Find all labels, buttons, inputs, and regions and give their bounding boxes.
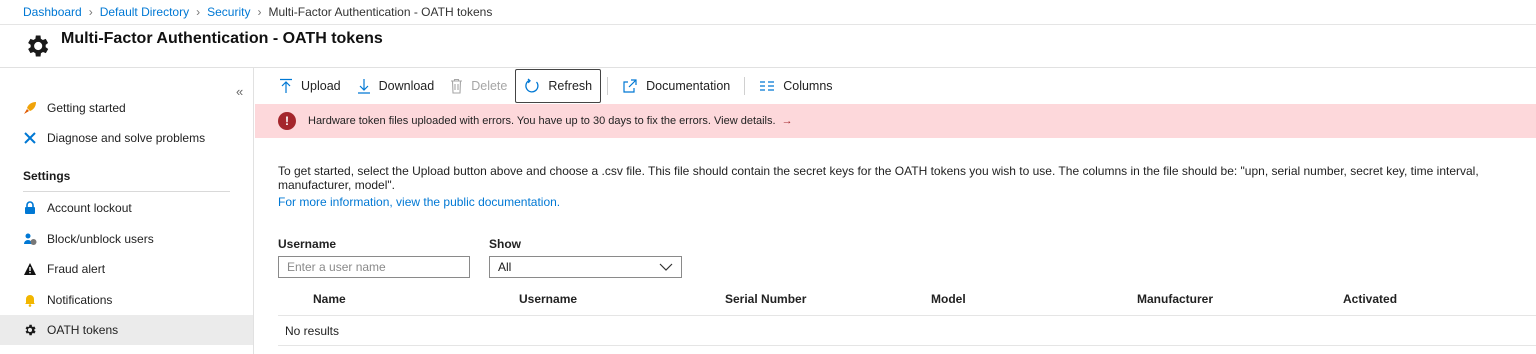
download-label: Download	[378, 79, 435, 93]
public-documentation-link[interactable]: For more information, view the public do…	[278, 195, 1518, 209]
documentation-label: Documentation	[646, 79, 731, 93]
breadcrumb-default-directory[interactable]: Default Directory	[100, 5, 189, 19]
columns-icon	[759, 80, 775, 92]
sidebar-section-settings: Settings	[23, 169, 71, 183]
page-header: Multi-Factor Authentication - OATH token…	[23, 30, 383, 62]
column-header-activated[interactable]: Activated	[1343, 292, 1397, 306]
sidebar-item-getting-started[interactable]: Getting started	[0, 93, 253, 123]
show-filter-value: All	[498, 260, 512, 274]
upload-icon	[279, 78, 293, 94]
refresh-button[interactable]: Refresh	[515, 69, 602, 103]
show-filter-dropdown[interactable]: All	[489, 256, 682, 278]
command-bar: Upload Download Delete Refresh Documenta…	[255, 68, 841, 104]
trash-icon	[450, 78, 463, 94]
sidebar-item-label: Fraud alert	[47, 262, 106, 276]
sidebar-item-label: Account lockout	[47, 201, 132, 215]
sidebar-item-label: Block/unblock users	[47, 232, 154, 246]
column-header-model[interactable]: Model	[931, 292, 966, 306]
columns-button[interactable]: Columns	[751, 69, 840, 103]
delete-label: Delete	[471, 79, 508, 93]
rocket-icon	[23, 101, 37, 115]
username-filter-label: Username	[278, 237, 337, 251]
empty-table-message: No results	[285, 324, 340, 338]
section-divider	[23, 191, 230, 192]
delete-button[interactable]: Delete	[442, 69, 515, 103]
download-button[interactable]: Download	[349, 69, 443, 103]
error-icon: !	[278, 112, 296, 130]
username-filter-input[interactable]	[278, 256, 470, 278]
sidebar-item-label: Notifications	[47, 293, 113, 307]
toolbar-separator	[744, 77, 746, 95]
column-header-username[interactable]: Username	[519, 292, 577, 306]
sidebar-item-fraud-alert[interactable]: Fraud alert	[0, 254, 253, 284]
chevron-down-icon	[659, 260, 673, 274]
upload-label: Upload	[301, 79, 341, 93]
instructions: To get started, select the Upload button…	[278, 164, 1518, 209]
breadcrumb-current: Multi-Factor Authentication - OATH token…	[268, 5, 493, 19]
external-link-icon	[622, 78, 638, 94]
instructions-text: To get started, select the Upload button…	[278, 164, 1479, 192]
breadcrumb-security[interactable]: Security	[207, 5, 250, 19]
refresh-icon	[524, 78, 540, 94]
sidebar-item-notifications[interactable]: Notifications	[0, 285, 253, 315]
sidebar-item-label: OATH tokens	[47, 323, 119, 337]
toolbar-separator	[607, 77, 609, 95]
refresh-label: Refresh	[548, 79, 593, 93]
chevron-right-icon: ›	[88, 5, 93, 19]
wrench-icon	[23, 131, 37, 145]
sidebar-item-account-lockout[interactable]: Account lockout	[0, 193, 253, 223]
sidebar-item-oath-tokens[interactable]: OATH tokens	[0, 315, 253, 345]
sidebar: « Getting started Diagnose and solve pro…	[0, 68, 254, 354]
column-header-name[interactable]: Name	[313, 292, 346, 306]
columns-label: Columns	[783, 79, 833, 93]
breadcrumb-divider	[0, 24, 1536, 25]
breadcrumb-dashboard[interactable]: Dashboard	[23, 5, 82, 19]
chevron-right-icon: ›	[257, 5, 262, 19]
warning-icon	[23, 262, 37, 276]
column-header-manufacturer[interactable]: Manufacturer	[1137, 292, 1213, 306]
gear-icon	[23, 323, 37, 337]
gear-icon	[28, 35, 49, 57]
show-filter-label: Show	[489, 237, 521, 251]
sidebar-item-label: Getting started	[47, 101, 126, 115]
sidebar-item-label: Diagnose and solve problems	[47, 131, 206, 145]
page-title: Multi-Factor Authentication - OATH token…	[61, 30, 383, 47]
arrow-right-icon: →	[781, 115, 793, 127]
documentation-button[interactable]: Documentation	[614, 69, 738, 103]
download-icon	[357, 78, 371, 94]
column-header-serial-number[interactable]: Serial Number	[725, 292, 806, 306]
upload-button[interactable]: Upload	[271, 69, 349, 103]
sidebar-item-block-unblock[interactable]: Block/unblock users	[0, 224, 253, 254]
table-header-divider	[278, 315, 1536, 316]
chevron-right-icon: ›	[196, 5, 201, 19]
error-banner[interactable]: ! Hardware token files uploaded with err…	[255, 104, 1536, 138]
bell-icon	[23, 293, 37, 307]
lock-icon	[23, 201, 37, 215]
table-row-divider	[278, 345, 1536, 346]
users-block-icon	[23, 232, 37, 246]
breadcrumb: Dashboard › Default Directory › Security…	[23, 4, 492, 20]
sidebar-item-diagnose[interactable]: Diagnose and solve problems	[0, 123, 253, 153]
error-banner-message: Hardware token files uploaded with error…	[308, 115, 776, 127]
